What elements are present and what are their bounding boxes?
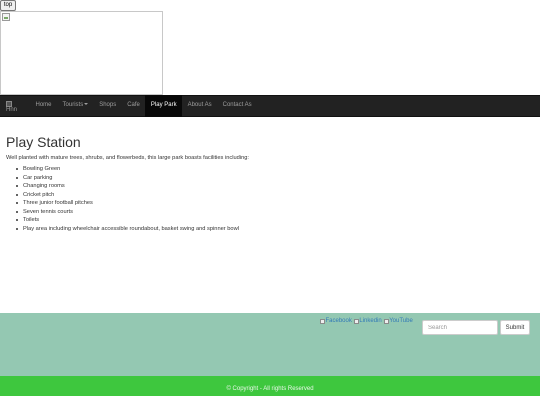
copyright-text: © Copyright - All rights Reserved [226,386,314,392]
facebook-icon [320,318,325,324]
nav-item-shops[interactable]: Shops [94,95,122,117]
logo-alt-text: Hnn [6,107,18,113]
list-item: Bowling Green [16,165,534,174]
list-item: Three junior football pitches [16,199,534,208]
submit-button[interactable]: Submit [500,320,530,335]
facebook-link[interactable]: Facebook [320,318,352,324]
list-item: Cricket pitch [16,191,534,200]
site-logo[interactable]: Hnn [5,95,27,117]
main-content: Play Station Well planted with mature tr… [6,134,534,233]
social-links: Facebook Linkedin YouTube [320,318,413,324]
nav-item-contact[interactable]: Contact As [217,95,257,117]
caret-down-icon [84,103,89,106]
linkedin-link[interactable]: Linkedin [353,318,382,324]
main-navbar: Hnn Home Tourists Shops Cafe Play Park A… [0,95,540,117]
header-banner-image [0,11,163,95]
nav-item-tourists[interactable]: Tourists [57,95,94,117]
search-input[interactable] [422,320,498,335]
list-item: Car parking [16,174,534,183]
nav-item-about[interactable]: About As [182,95,217,117]
footer-bottom: © Copyright - All rights Reserved [0,376,540,396]
top-button[interactable]: top [0,0,16,11]
nav-item-home[interactable]: Home [30,95,57,117]
list-item: Play area including wheelchair accessibl… [16,225,534,234]
nav-item-cafe[interactable]: Cafe [122,95,146,117]
facility-list: Bowling Green Car parking Changing rooms… [16,165,534,233]
page-title: Play Station [6,134,81,150]
list-item: Toilets [16,216,534,225]
intro-text: Well planted with mature trees, shrubs, … [6,155,249,161]
youtube-icon [383,318,389,324]
broken-image-icon [2,13,10,21]
youtube-link[interactable]: YouTube [383,318,413,324]
nav-menu: Home Tourists Shops Cafe Play Park About… [30,95,257,117]
list-item: Seven tennis courts [16,208,534,217]
nav-item-play-park[interactable]: Play Park [145,95,183,117]
list-item: Changing rooms [16,182,534,191]
linkedin-icon [353,318,359,324]
